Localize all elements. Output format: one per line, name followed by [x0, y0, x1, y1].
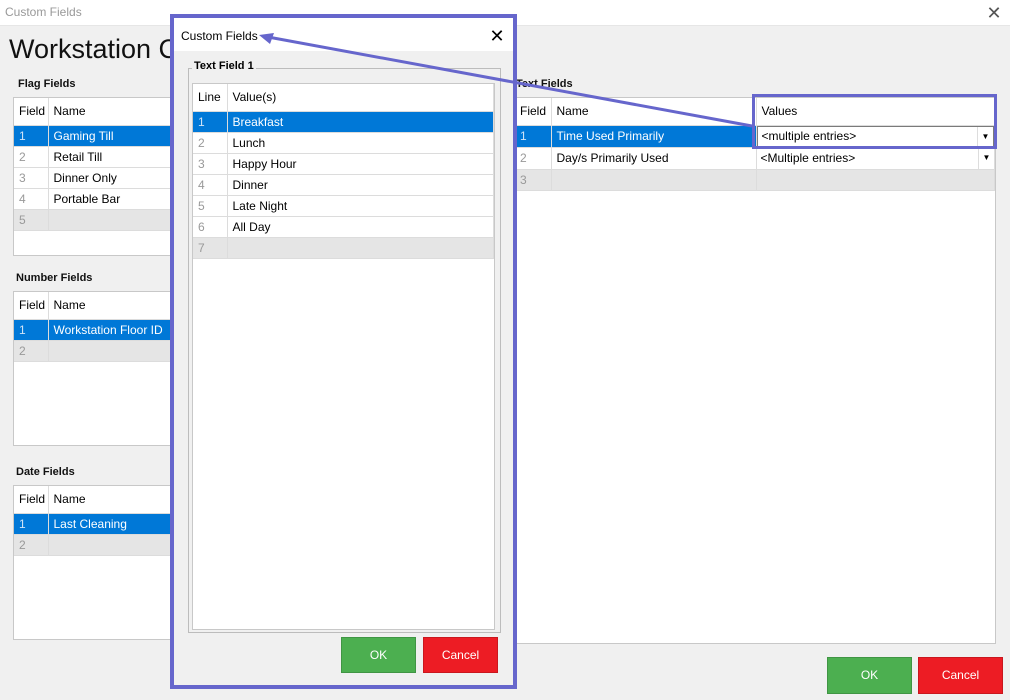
annotation-arrow — [259, 33, 753, 128]
annotation-arrow-head — [259, 33, 274, 44]
annotation-arrow-line — [267, 35, 753, 128]
